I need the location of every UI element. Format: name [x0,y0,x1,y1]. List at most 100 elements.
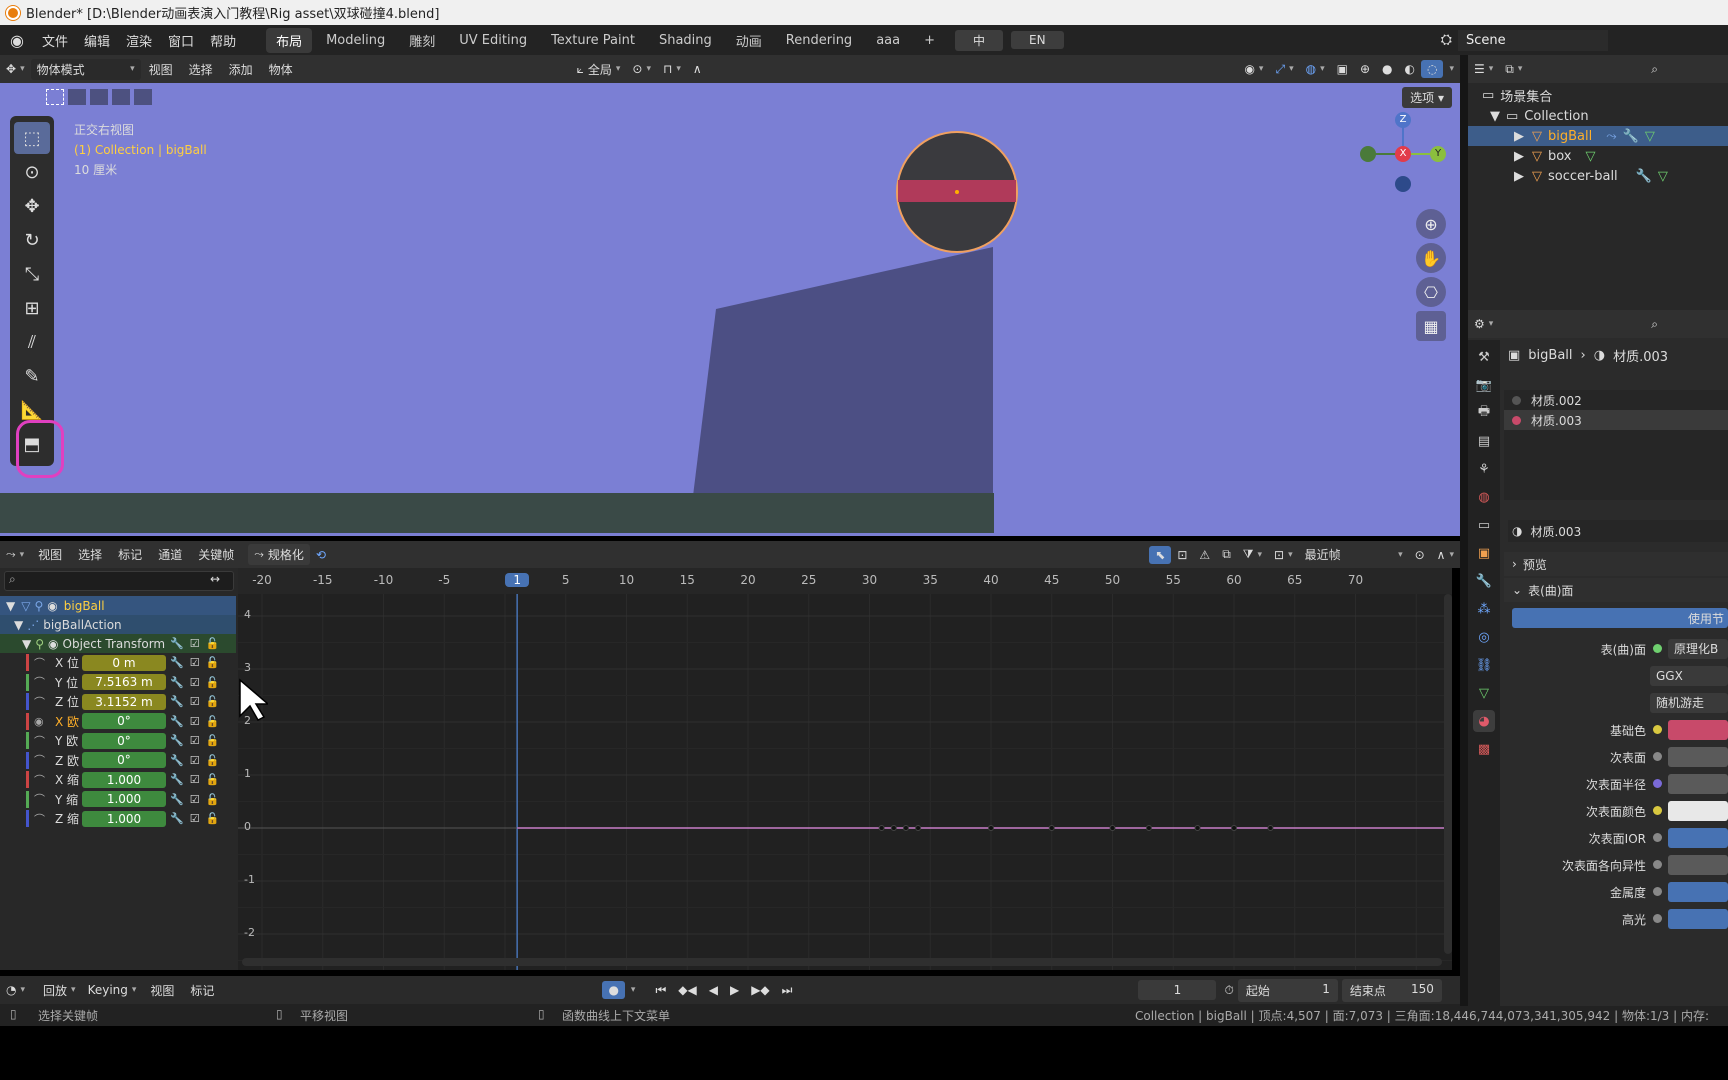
outliner-editor-type[interactable]: ☰ ▾ [1468,60,1499,78]
move-tool-icon[interactable]: ✥ [14,190,50,222]
tab-modeling[interactable]: Modeling [316,30,395,51]
pin-icon[interactable]: ⚲ [34,599,43,613]
mute-checkbox-icon[interactable]: ☑ [190,773,200,786]
menu-render[interactable]: 渲染 [118,31,160,50]
filter-dropdown[interactable]: ⧩ ▾ [1237,545,1268,564]
fcurve-channel-row[interactable]: ⌒ Y 欧 0° 🔧 ☑ 🔓 [0,731,236,750]
play-icon[interactable]: ▶ [724,981,745,999]
channel-value-field[interactable]: 7.5163 m [82,674,166,690]
jump-end-icon[interactable]: ⏭ [776,981,799,1000]
lock-icon[interactable]: 🔓 [206,715,220,728]
mode-dropdown[interactable]: 物体模式 ▾ [30,58,141,80]
lock-icon[interactable]: 🔓 [206,754,220,767]
menu-window[interactable]: 窗口 [160,31,202,50]
modifier-wrench-icon[interactable]: 🔧 [170,715,184,728]
modifier-wrench-icon[interactable]: 🔧 [170,676,184,689]
next-key-icon[interactable]: ▶◆ [745,981,775,999]
channel-value-field[interactable]: 1.000 [82,771,166,788]
mute-checkbox-icon[interactable]: ☑ [190,812,200,825]
properties-search-icon[interactable]: ⌕ [1651,317,1658,332]
shading-material[interactable]: ◐ [1399,60,1421,78]
tool-tab-icon[interactable]: ⚒ [1473,346,1495,368]
keyframe-point[interactable] [1145,825,1152,831]
keyframe-point[interactable] [1048,825,1055,831]
curve-visibility-icon[interactable]: ⌒ [34,791,45,807]
channel-search-input[interactable]: ⌕ [4,571,234,591]
outliner-collection[interactable]: ▼ ▭ Collection [1490,106,1589,126]
modifier-wrench-icon[interactable]: 🔧 [170,812,184,825]
property-value-field[interactable] [1668,747,1728,767]
normalize-toggle[interactable]: ⤳ 规格化 [248,544,310,565]
select-new-icon[interactable] [46,89,64,105]
graph-menu-view[interactable]: 视图 [30,546,70,563]
keyframe-point[interactable] [1194,825,1201,831]
scene-tab-icon[interactable]: ⚘ [1473,458,1495,480]
fcurve-channel-row[interactable]: ⌒ Y 位 7.5163 m 🔧 ☑ 🔓 [0,673,236,692]
graph-menu-select[interactable]: 选择 [70,546,110,563]
channel-action-row[interactable]: ▼ ⋰ bigBallAction [0,615,236,634]
vertical-scrollbar[interactable] [1444,594,1452,954]
orientation-dropdown[interactable]: ⟀ 全局 ▾ [571,59,627,80]
view-layer-tab-icon[interactable]: ▤ [1473,430,1495,452]
graph-menu-marker[interactable]: 标记 [110,546,150,563]
keyframe-point[interactable] [1267,825,1274,831]
lock-icon[interactable]: 🔓 [206,676,220,689]
curve-visibility-icon[interactable]: ⌒ [34,811,45,827]
mute-checkbox-icon[interactable]: ☑ [190,637,200,650]
menu-help[interactable]: 帮助 [202,31,244,50]
socket-icon[interactable] [1653,644,1662,653]
pivot-mode-dropdown[interactable]: 最近帧 ▾ [1299,544,1409,565]
graph-area[interactable]: 4 3 2 1 0 -1 -2 [238,594,1452,970]
expand-arrow-icon[interactable]: ▶ [1514,169,1524,184]
curve-visibility-icon[interactable]: ⌒ [34,694,45,710]
expand-arrow-icon[interactable]: ▶ [1514,129,1524,144]
auto-normalize-icon[interactable]: ⟲ [310,546,332,564]
property-value-field[interactable]: 随机游走 [1650,693,1728,713]
modifier-wrench-icon[interactable]: 🔧 [170,754,184,767]
modifier-wrench-icon[interactable]: 🔧 [170,656,184,669]
frame-ruler[interactable]: -20 -15 -10 -5 1 5 10 15 20 25 30 35 40 45 50 55 60 65 70 [238,568,1452,594]
lang-en-button[interactable]: EN [1011,31,1064,49]
fcurve-channel-row[interactable]: ⌒ Z 位 3.1152 m 🔧 ☑ 🔓 [0,692,236,711]
vp-menu-add[interactable]: 添加 [221,61,261,78]
tab-sculpt[interactable]: 雕刻 [399,28,445,53]
modifier-wrench-icon[interactable]: 🔧 [170,793,184,806]
gizmo-neg-z[interactable] [1395,176,1411,192]
select-invert-icon[interactable] [112,89,130,105]
add-workspace-button[interactable]: + [914,30,945,51]
visibility-dropdown[interactable]: ◉ ▾ [1238,60,1269,78]
panel-preview[interactable]: › 预览 [1504,552,1728,576]
curve-visibility-icon[interactable]: ⌒ [34,655,45,671]
socket-icon[interactable] [1653,752,1662,761]
blender-menu-icon[interactable]: ◉ [0,31,34,50]
snap-toggle[interactable]: ⊓ ▾ [657,60,687,78]
curve-visibility-icon[interactable]: ⌒ [34,674,45,690]
mesh-data-icon[interactable]: ▽ [1645,129,1655,144]
lang-zh-button[interactable]: 中 [955,29,1004,51]
mute-checkbox-icon[interactable]: ☑ [190,715,200,728]
lock-icon[interactable]: 🔓 [206,734,220,747]
property-value-field[interactable] [1668,828,1728,848]
zoom-icon[interactable]: ⊕ [1416,209,1446,239]
autokey-dropdown[interactable]: ▾ [625,983,642,997]
keyframe-point[interactable] [915,825,922,831]
current-frame-field[interactable]: 1 [1138,980,1217,1000]
socket-icon[interactable] [1653,833,1662,842]
horizontal-scrollbar[interactable] [242,958,1442,966]
tab-uv-editing[interactable]: UV Editing [449,30,537,51]
socket-icon[interactable] [1653,887,1662,896]
editor-type-dropdown[interactable]: ✥ ▾ [0,60,31,78]
tab-rendering[interactable]: Rendering [776,30,862,51]
curve-visibility-icon[interactable]: ⌒ [34,733,45,749]
autokey-record-button[interactable]: ● [602,981,625,999]
menu-edit[interactable]: 编辑 [76,31,118,50]
curve-visibility-icon[interactable]: ⌒ [34,772,45,788]
transform-tool-icon[interactable]: ⊞ [14,292,50,324]
socket-icon[interactable] [1653,860,1662,869]
channel-value-field[interactable]: 0° [82,713,166,729]
shading-wire[interactable]: ⊕ [1354,60,1376,78]
property-value-field[interactable] [1668,882,1728,902]
action-icon[interactable]: ⤳ [1606,129,1616,144]
keying-dropdown[interactable]: Keying ▾ [82,981,143,999]
channel-value-field[interactable]: 0° [82,752,166,768]
